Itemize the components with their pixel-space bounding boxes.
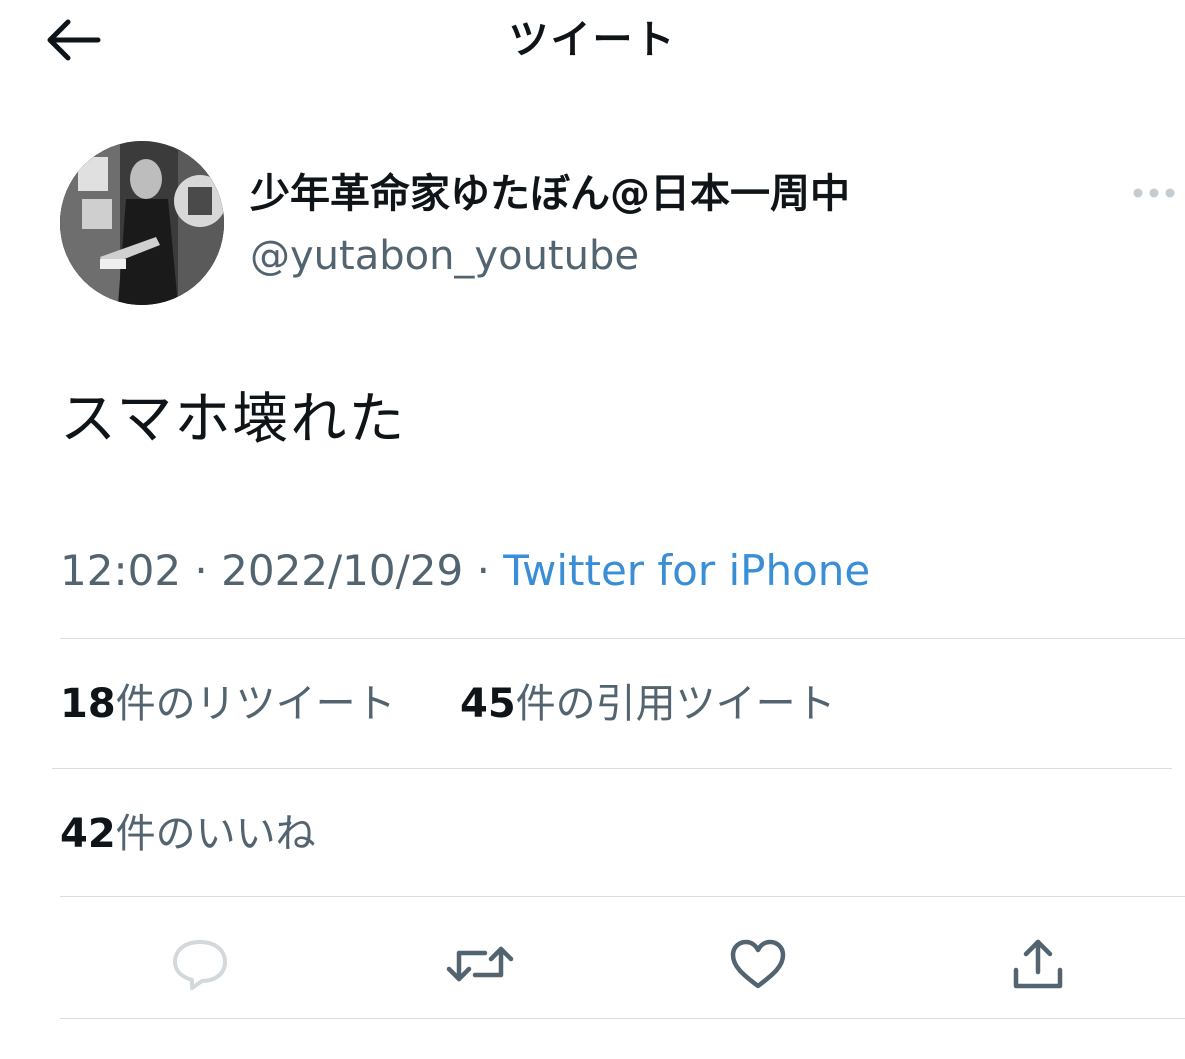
meta-separator: · (194, 546, 208, 595)
quote-stats[interactable]: 45件の引用ツイート (460, 676, 836, 732)
author-handle[interactable]: @yutabon_youtube (250, 228, 639, 284)
retweet-label[interactable]: 件のリツイート (116, 681, 396, 727)
quote-label[interactable]: 件の引用ツイート (516, 681, 836, 727)
divider (60, 1018, 1185, 1019)
share-icon (1013, 939, 1063, 989)
share-button[interactable] (998, 924, 1078, 1004)
retweet-button[interactable] (440, 924, 520, 1004)
like-label[interactable]: 件のいいね (116, 811, 316, 857)
more-button[interactable] (1128, 176, 1180, 210)
retweet-icon (446, 946, 514, 982)
like-count[interactable]: 42 (60, 811, 116, 857)
profile-photo-icon (60, 141, 224, 305)
tweet-text: スマホ壊れた (60, 387, 407, 452)
retweet-stats[interactable]: 18件のリツイート (60, 676, 396, 732)
tweet-meta: 12:02 · 2022/10/29 · Twitter for iPhone (60, 542, 870, 600)
avatar[interactable] (60, 141, 224, 305)
divider (60, 638, 1185, 639)
more-horizontal-icon (1133, 188, 1175, 198)
author-display-name[interactable]: 少年革命家ゆたぼん@日本一周中 (250, 166, 850, 222)
tweet-time: 12:02 (60, 546, 182, 595)
retweet-count[interactable]: 18 (60, 681, 116, 727)
divider (52, 768, 1172, 769)
reply-icon (173, 940, 227, 990)
tweet-date: 2022/10/29 (221, 546, 464, 595)
like-button[interactable] (718, 924, 798, 1004)
like-stats[interactable]: 42件のいいね (60, 806, 316, 862)
divider (60, 896, 1185, 897)
tweet-source-link[interactable]: Twitter for iPhone (503, 546, 870, 595)
page-title: ツイート (508, 17, 677, 63)
meta-separator: · (476, 546, 490, 595)
quote-count[interactable]: 45 (460, 681, 516, 727)
reply-button[interactable] (160, 924, 240, 1004)
heart-icon (730, 939, 786, 989)
